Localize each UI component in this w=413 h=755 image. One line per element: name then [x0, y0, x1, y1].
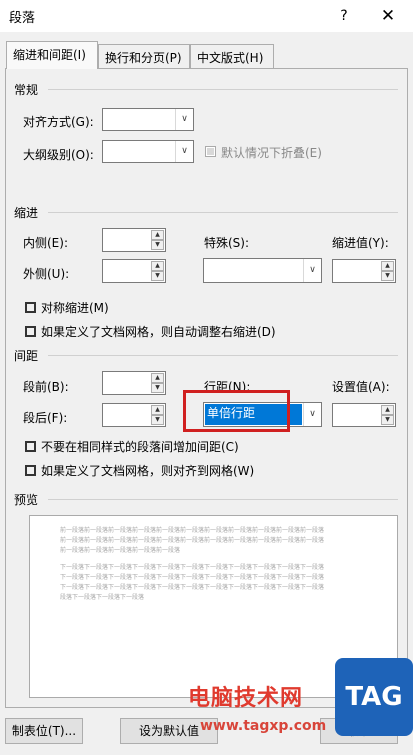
- preview-next-line: 段落下一段落下一段落下一段落: [60, 594, 145, 601]
- spin-up-icon[interactable]: ▲: [381, 261, 394, 271]
- set-value-label: 设置值(A):: [332, 380, 390, 394]
- spin-down-icon[interactable]: ▼: [151, 240, 164, 250]
- special-indent-select[interactable]: ∨: [203, 258, 322, 283]
- tab-line-page-breaks[interactable]: 换行和分页(P): [98, 44, 190, 68]
- spin-up-icon[interactable]: ▲: [381, 405, 394, 415]
- close-button[interactable]: ✕: [376, 4, 400, 28]
- chevron-down-icon: ∨: [175, 141, 193, 162]
- tab-asian-typography[interactable]: 中文版式(H): [190, 44, 274, 68]
- outline-level-select[interactable]: ∨: [102, 140, 194, 163]
- spin-up-icon[interactable]: ▲: [151, 230, 164, 240]
- mirror-indent-checkbox[interactable]: [25, 302, 36, 313]
- watermark-text: 电脑技术网: [188, 686, 304, 711]
- space-after-label: 段后(F):: [23, 411, 68, 425]
- spin-up-icon[interactable]: ▲: [151, 405, 164, 415]
- general-heading: 常规: [14, 83, 39, 97]
- no-space-same-style-checkbox[interactable]: [25, 441, 36, 452]
- preview-next-line: 下一段落下一段落下一段落下一段落下一段落下一段落下一段落下一段落下一段落下一段落…: [60, 584, 325, 591]
- divider: [48, 355, 398, 356]
- outside-indent-spinner[interactable]: ▲ ▼: [102, 259, 166, 283]
- special-label: 特殊(S):: [204, 236, 250, 250]
- spin-down-icon[interactable]: ▼: [151, 271, 164, 281]
- divider: [48, 212, 398, 213]
- preview-next-line: 下一段落下一段落下一段落下一段落下一段落下一段落下一段落下一段落下一段落下一段落…: [60, 564, 325, 571]
- space-before-label: 段前(B):: [23, 380, 69, 394]
- mirror-indent-label: 对称缩进(M): [41, 301, 109, 315]
- no-space-same-style-label: 不要在相同样式的段落间增加间距(C): [41, 440, 239, 454]
- preview-prev-line: 前一段落前一段落前一段落前一段落前一段落前一段落前一段落前一段落前一段落前一段落…: [60, 527, 325, 534]
- divider: [48, 89, 398, 90]
- space-after-spinner[interactable]: ▲ ▼: [102, 403, 166, 427]
- snap-to-grid-label: 如果定义了文档网格，则对齐到网格(W): [41, 464, 255, 478]
- snap-to-grid-checkbox[interactable]: [25, 465, 36, 476]
- spin-down-icon[interactable]: ▼: [151, 415, 164, 425]
- chevron-down-icon: ∨: [303, 403, 321, 426]
- preview-heading: 预览: [14, 493, 39, 507]
- spin-up-icon[interactable]: ▲: [151, 373, 164, 383]
- highlight-annotation: [183, 390, 290, 432]
- inside-indent-label: 内侧(E):: [23, 236, 68, 250]
- watermark-logo: TAG: [335, 658, 413, 736]
- auto-adjust-label: 如果定义了文档网格，则自动调整右缩进(D): [41, 325, 276, 339]
- inside-indent-spinner[interactable]: ▲ ▼: [102, 228, 166, 252]
- auto-adjust-checkbox[interactable]: [25, 326, 36, 337]
- tab-indent-spacing[interactable]: 缩进和间距(I): [6, 41, 98, 69]
- help-button[interactable]: ?: [333, 5, 355, 27]
- alignment-select[interactable]: ∨: [102, 108, 194, 131]
- divider: [48, 499, 398, 500]
- indent-heading: 缩进: [14, 206, 39, 220]
- preview-next-line: 下一段落下一段落下一段落下一段落下一段落下一段落下一段落下一段落下一段落下一段落…: [60, 574, 325, 581]
- space-before-spinner[interactable]: ▲ ▼: [102, 371, 166, 395]
- spin-up-icon[interactable]: ▲: [151, 261, 164, 271]
- spin-down-icon[interactable]: ▼: [381, 415, 394, 425]
- collapse-checkbox[interactable]: [205, 146, 216, 157]
- watermark-url: www.tagxp.com: [200, 718, 327, 734]
- preview-prev-line: 前一段落前一段落前一段落前一段落前一段落: [60, 547, 181, 554]
- chevron-down-icon: ∨: [303, 259, 321, 282]
- spacing-heading: 间距: [14, 349, 39, 363]
- dialog-title: 段落: [9, 11, 36, 26]
- outside-indent-label: 外侧(U):: [23, 267, 70, 281]
- outline-level-label: 大纲级别(O):: [23, 148, 94, 162]
- indent-value-label: 缩进值(Y):: [332, 236, 389, 250]
- spin-down-icon[interactable]: ▼: [381, 271, 394, 281]
- preview-prev-line: 前一段落前一段落前一段落前一段落前一段落前一段落前一段落前一段落前一段落前一段落…: [60, 537, 325, 544]
- indent-value-spinner[interactable]: ▲ ▼: [332, 259, 396, 283]
- set-value-spinner[interactable]: ▲ ▼: [332, 403, 396, 427]
- spin-down-icon[interactable]: ▼: [151, 383, 164, 393]
- tabs-button[interactable]: 制表位(T)...: [5, 718, 83, 744]
- alignment-label: 对齐方式(G):: [23, 115, 94, 129]
- collapse-label: 默认情况下折叠(E): [221, 146, 322, 160]
- chevron-down-icon: ∨: [175, 109, 193, 130]
